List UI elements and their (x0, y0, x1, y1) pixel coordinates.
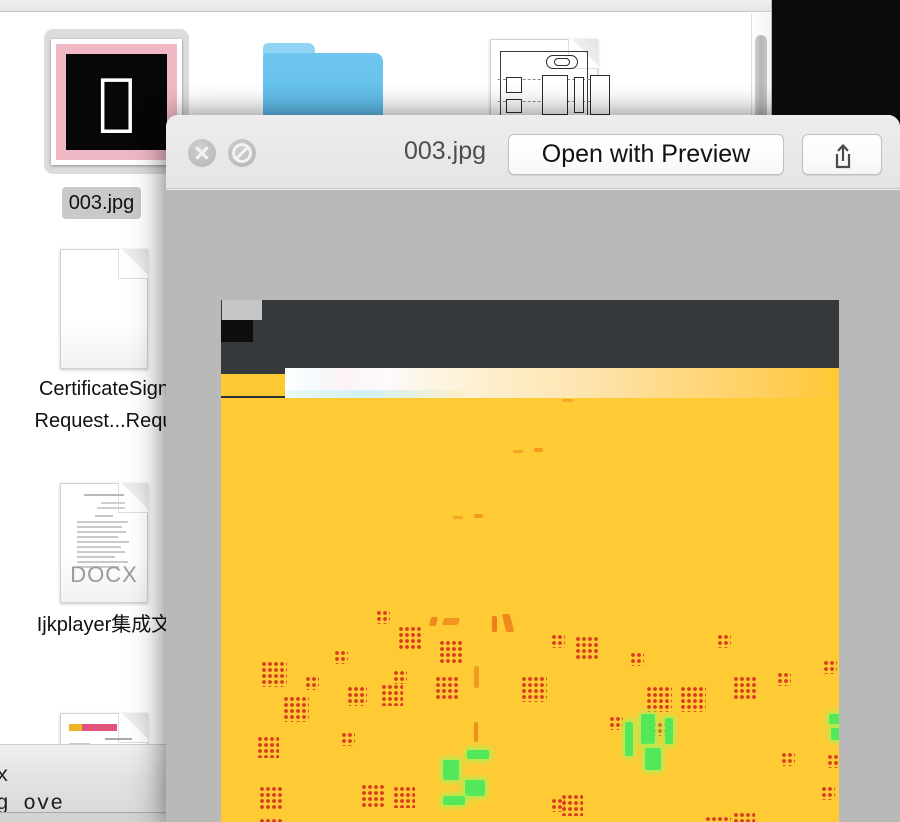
black-canvas:  (66, 54, 167, 150)
green-artifact-block (443, 796, 465, 805)
artifact-cluster (781, 752, 795, 766)
artifact-cluster (305, 676, 319, 690)
artifact-cluster (261, 661, 287, 687)
artifact (492, 616, 497, 632)
apple-icon:  (66, 69, 167, 132)
artifact-cluster (334, 650, 348, 664)
document-page (60, 249, 148, 369)
artifact-cluster (439, 640, 463, 664)
artifact-cluster (733, 812, 755, 822)
yellow-tag (69, 724, 82, 731)
close-icon[interactable] (188, 139, 216, 167)
green-artifact-block (467, 750, 489, 759)
artifact-cluster (347, 686, 367, 706)
artifact (441, 618, 461, 625)
image-dark-header-band (221, 300, 839, 374)
pdf-technical-drawing (498, 49, 610, 120)
artifact-cluster (341, 732, 355, 746)
artifact-cluster (717, 634, 731, 648)
green-artifact-block (665, 718, 673, 744)
green-artifact-block (641, 714, 655, 744)
artifact-cluster (257, 736, 279, 758)
artifact-cluster (680, 686, 706, 712)
artifact-cluster (733, 676, 757, 700)
artifact-cluster (561, 794, 583, 816)
docx-badge: DOCX (70, 562, 138, 587)
artifact-cluster (393, 786, 415, 808)
artifact (474, 666, 479, 688)
artifact-cluster (259, 786, 283, 810)
docx-document-icon: DOCX (60, 483, 148, 603)
document-page: DOCX (60, 483, 148, 603)
open-with-preview-button[interactable]: Open with Preview (508, 134, 784, 175)
artifact-cluster (823, 660, 837, 674)
share-icon (835, 144, 851, 169)
blank-document-icon (60, 249, 148, 369)
green-artifact-block (645, 748, 661, 770)
terminal-line-1: x (0, 765, 10, 788)
artifact-cluster (551, 634, 565, 648)
page-fold (118, 249, 148, 279)
image-gray-block (222, 300, 262, 320)
finder-toolbar (0, 0, 771, 12)
artifact-cluster (575, 636, 599, 660)
no-entry-icon[interactable] (228, 139, 256, 167)
artifact-cluster (646, 686, 672, 712)
share-button[interactable] (802, 134, 882, 175)
artifact-cluster (361, 784, 385, 808)
quicklook-image-canvas (166, 190, 900, 822)
green-artifact-block (831, 728, 839, 740)
image-black-block (221, 320, 253, 342)
artifact-cluster (705, 816, 731, 822)
artifact-cluster (777, 672, 791, 686)
artifact-cluster (393, 670, 407, 684)
green-artifact-block (465, 780, 485, 796)
pink-frame:  (56, 44, 177, 160)
screen:  003.jpg (0, 0, 900, 822)
artifact-cluster (609, 716, 623, 730)
artifact-cluster (259, 818, 283, 822)
artifact (474, 722, 478, 742)
artifact-cluster (398, 626, 422, 650)
artifact (501, 614, 515, 632)
artifact (429, 617, 438, 626)
artifact (562, 399, 573, 402)
artifact-cluster (381, 684, 403, 706)
artifact-cluster (827, 754, 839, 768)
file-item-003-jpg[interactable]:  003.jpg (14, 13, 189, 219)
green-artifact-block (625, 722, 633, 756)
artifact (513, 450, 523, 453)
desktop-right-area (772, 0, 900, 115)
quicklook-panel: 003.jpg Open with Preview (166, 115, 900, 822)
artifact-cluster (435, 676, 459, 700)
thumbnail-003-jpg[interactable]:  (14, 13, 189, 183)
quicklook-title: 003.jpg (404, 137, 487, 165)
artifact-cluster (283, 696, 309, 722)
artifact (534, 448, 543, 452)
artifact-cluster (376, 610, 390, 624)
preview-image (221, 300, 839, 822)
image-yellow-field (221, 398, 839, 822)
green-artifact-block (829, 714, 839, 724)
artifact (453, 516, 463, 519)
document-text-lines (69, 494, 139, 571)
file-label-003-jpg: 003.jpg (61, 187, 142, 219)
artifact-cluster (821, 786, 835, 800)
artifact-cluster (630, 652, 644, 666)
apple-logo-thumbnail:  (51, 39, 182, 165)
artifact-cluster (521, 676, 547, 702)
green-artifact-block (443, 760, 459, 780)
artifact (474, 514, 483, 518)
quicklook-titlebar: 003.jpg Open with Preview (166, 115, 900, 189)
